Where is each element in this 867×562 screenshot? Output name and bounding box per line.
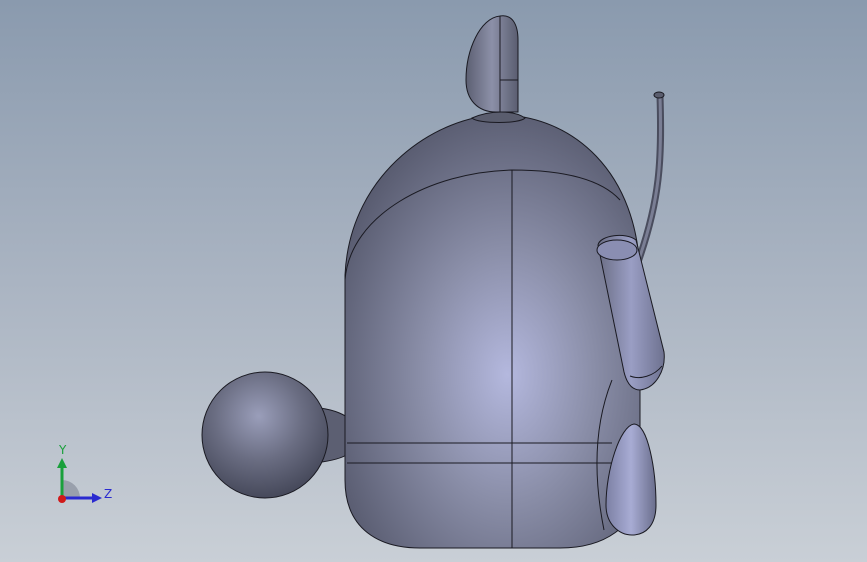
y-axis-label: Y: [58, 443, 67, 457]
robot-3d-model[interactable]: [0, 0, 867, 562]
graphics-viewport[interactable]: Y Z: [0, 0, 867, 562]
z-axis-label: Z: [104, 487, 112, 501]
hand-ball[interactable]: [201, 371, 351, 499]
antenna[interactable]: [634, 91, 665, 264]
x-axis-dot-icon: [58, 495, 66, 503]
y-axis-arrow-icon: [57, 458, 67, 468]
triad-plane-shade: [62, 480, 80, 498]
robot-body[interactable]: [344, 114, 641, 549]
z-axis-arrow-icon: [92, 493, 102, 503]
orientation-triad: Y Z: [57, 443, 112, 503]
head-knob[interactable]: [465, 15, 526, 123]
